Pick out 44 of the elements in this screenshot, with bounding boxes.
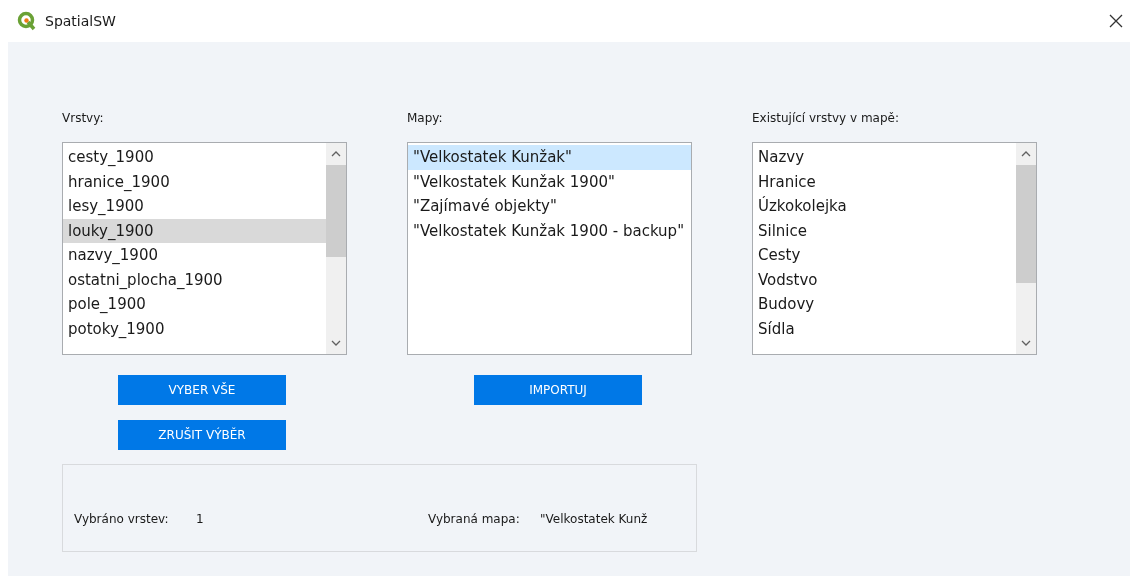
scroll-up-icon[interactable] (1021, 150, 1031, 158)
list-item[interactable]: "Velkostatek Kunžak 1900 - backup" (408, 218, 691, 243)
list-item[interactable]: Cesty (753, 243, 1016, 268)
list-item[interactable]: lesy_1900 (63, 194, 326, 219)
list-item[interactable]: hranice_1900 (63, 169, 326, 194)
list-item[interactable]: ostatni_plocha_1900 (63, 267, 326, 292)
scroll-up-icon[interactable] (331, 150, 341, 158)
list-item[interactable]: pole_1900 (63, 292, 326, 317)
import-button[interactable]: IMPORTUJ (474, 375, 642, 405)
window-title: SpatialSW (45, 13, 117, 29)
list-label: Vrstvy: (62, 110, 105, 127)
list-item[interactable]: Budovy (753, 292, 1016, 317)
list-box[interactable]: "Velkostatek Kunžak" "Velkostatek Kunžak 1900" "Zajímavé objekty" "Velkostatek Kunžak 1900 - backup" (407, 142, 692, 355)
list-label: Existující vrstvy v mapě: (752, 110, 900, 127)
scroll-thumb[interactable] (326, 165, 346, 257)
selected-map-label: Vybraná mapa: (428, 512, 521, 526)
list-box[interactable]: cesty_1900 hranice_1900 lesy_1900 louky_1900 nazvy_1900 ostatni_plocha_1900 pole_1900 potoky_1900 (62, 142, 347, 355)
list-box[interactable]: Nazvy Hranice Úzkokolejka Silnice Cesty Vodstvo Budovy Sídla (752, 142, 1037, 355)
list-item[interactable]: Sídla (753, 316, 1016, 341)
scrollbar[interactable] (326, 143, 346, 354)
selected-layers-value: 1 (196, 512, 205, 526)
list-item[interactable]: cesty_1900 (63, 145, 326, 170)
list-item[interactable]: louky_1900 (63, 218, 326, 243)
scrollbar[interactable] (1016, 143, 1036, 354)
select-all-button[interactable]: VYBER VŠE (118, 375, 286, 405)
list-item[interactable]: Silnice (753, 218, 1016, 243)
list-item[interactable]: "Zajímavé objekty" (408, 194, 691, 219)
list-item[interactable]: Úzkokolejka (753, 194, 1016, 219)
list-label: Mapy: (407, 110, 444, 127)
scroll-down-icon[interactable] (1021, 339, 1031, 347)
app-logo-icon (17, 11, 37, 31)
scroll-down-icon[interactable] (331, 339, 341, 347)
list-item[interactable]: Vodstvo (753, 267, 1016, 292)
clear-selection-button[interactable]: ZRUŠIT VÝBĚR (118, 420, 286, 450)
selected-layers-label: Vybráno vrstev: (74, 512, 170, 526)
list-item[interactable]: "Velkostatek Kunžak 1900" (408, 169, 691, 194)
scroll-thumb[interactable] (1016, 165, 1036, 283)
selected-map-value: "Velkostatek Kunž (540, 512, 648, 526)
list-item[interactable]: potoky_1900 (63, 316, 326, 341)
list-item[interactable]: nazvy_1900 (63, 243, 326, 268)
list-item[interactable]: Nazvy (753, 145, 1016, 170)
list-item[interactable]: "Velkostatek Kunžak" (408, 145, 691, 170)
close-icon[interactable] (1108, 13, 1124, 29)
list-item[interactable]: Hranice (753, 169, 1016, 194)
